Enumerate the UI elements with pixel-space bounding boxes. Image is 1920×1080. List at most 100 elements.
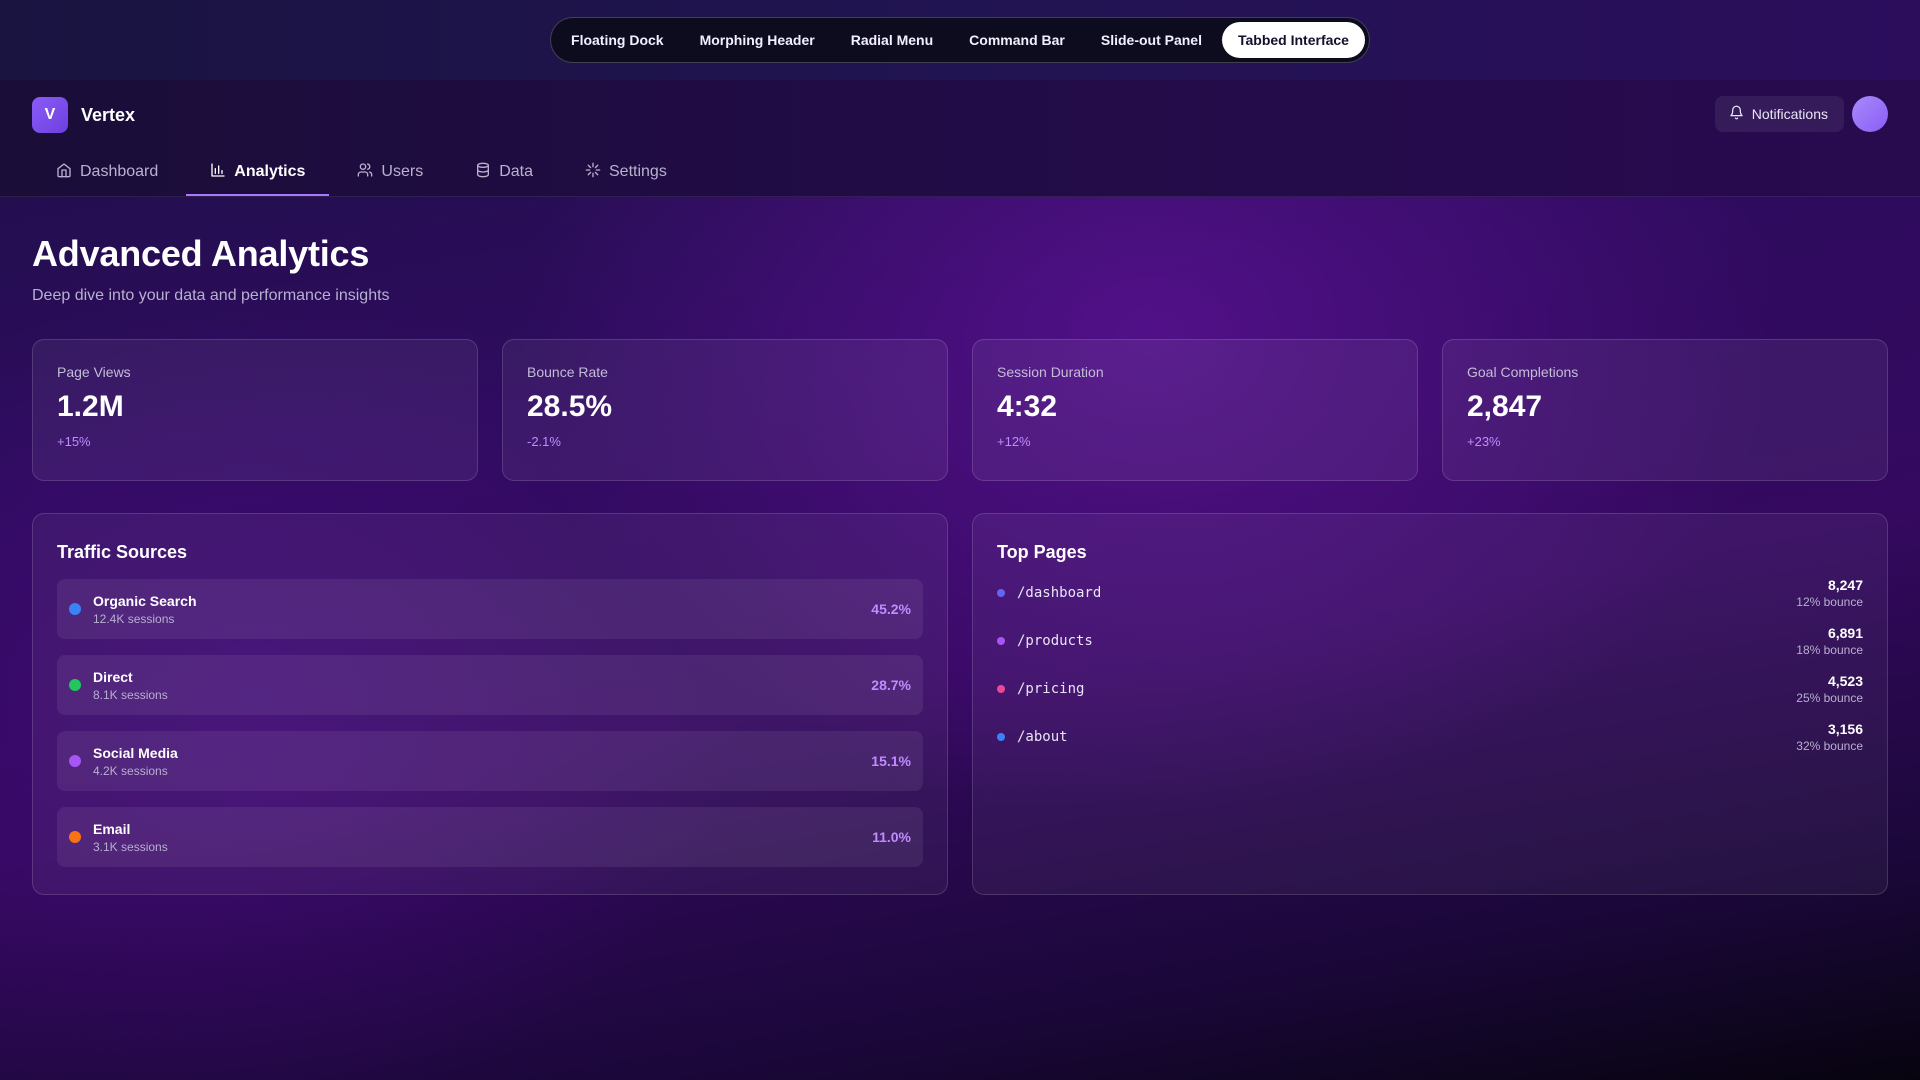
top-pages-panel: Top Pages /dashboard 8,247 12% bounce /p… — [972, 513, 1888, 895]
user-avatar[interactable] — [1852, 96, 1888, 132]
switcher-floating-dock[interactable]: Floating Dock — [555, 22, 680, 58]
page-views: 3,156 — [1827, 721, 1863, 737]
tab-label: Users — [381, 163, 424, 180]
color-dot — [997, 685, 1005, 693]
color-dot — [69, 755, 81, 767]
panel-title: Top Pages — [997, 542, 1087, 562]
traffic-source-item[interactable]: Organic Search 12.4K sessions 45.2% — [57, 579, 923, 639]
tab-label: Settings — [609, 163, 667, 180]
stat-card-goal-completions: Goal Completions 2,847 +23% — [1442, 339, 1888, 481]
color-dot — [997, 589, 1005, 597]
traffic-source-item[interactable]: Email 3.1K sessions 11.0% — [57, 807, 923, 867]
page-bounce: 25% bounce — [1796, 691, 1863, 705]
page-views: 4,523 — [1827, 673, 1863, 689]
page-views: 8,247 — [1827, 577, 1863, 593]
notifications-label: Notifications — [1751, 106, 1828, 122]
traffic-source-item[interactable]: Social Media 4.2K sessions 15.1% — [57, 731, 923, 791]
source-sessions: 3.1K sessions — [93, 839, 168, 854]
bar-chart-icon — [210, 162, 226, 183]
bell-icon — [1729, 105, 1744, 123]
page-path: /pricing — [1017, 681, 1085, 697]
home-icon — [56, 162, 72, 183]
color-dot — [997, 637, 1005, 645]
switcher-radial-menu[interactable]: Radial Menu — [835, 22, 949, 58]
stat-value: 2,847 — [1467, 390, 1543, 423]
database-icon — [475, 162, 491, 183]
brand-logo: V — [32, 97, 68, 133]
page-path: /about — [1017, 729, 1068, 745]
tab-data[interactable]: Data — [451, 150, 557, 196]
source-percent: 15.1% — [871, 753, 911, 769]
header-actions: Notifications — [1714, 96, 1888, 132]
color-dot — [69, 679, 81, 691]
main-content: Advanced Analytics Deep dive into your d… — [0, 233, 1920, 895]
stat-value: 1.2M — [57, 390, 124, 423]
page-path: /dashboard — [1017, 585, 1102, 601]
top-page-item[interactable]: /about 3,156 32% bounce — [997, 721, 1863, 753]
traffic-source-list: Organic Search 12.4K sessions 45.2% Dire… — [57, 579, 923, 867]
switcher-slide-out-panel[interactable]: Slide-out Panel — [1085, 22, 1218, 58]
app-header: V Vertex Notifications Dashboard Analyti… — [0, 80, 1920, 197]
stat-label: Goal Completions — [1467, 364, 1579, 380]
source-name: Social Media — [93, 744, 178, 761]
stat-card-session-duration: Session Duration 4:32 +12% — [972, 339, 1418, 481]
top-page-item[interactable]: /dashboard 8,247 12% bounce — [997, 577, 1863, 609]
main-tabs: Dashboard Analytics Users Data Settings — [32, 150, 691, 196]
panel-title: Traffic Sources — [57, 542, 188, 562]
layout-switcher-bar: Floating Dock Morphing Header Radial Men… — [0, 0, 1920, 80]
tab-label: Dashboard — [80, 163, 159, 180]
stat-value: 28.5% — [527, 390, 613, 423]
source-name: Email — [93, 820, 131, 837]
source-percent: 11.0% — [872, 829, 911, 845]
stat-change: +23% — [1467, 434, 1501, 449]
source-sessions: 12.4K sessions — [93, 611, 175, 626]
panels-row: Traffic Sources Organic Search 12.4K ses… — [32, 513, 1888, 895]
stat-card-page-views: Page Views 1.2M +15% — [32, 339, 478, 481]
tab-dashboard[interactable]: Dashboard — [32, 150, 182, 196]
source-sessions: 4.2K sessions — [93, 763, 168, 778]
traffic-source-item[interactable]: Direct 8.1K sessions 28.7% — [57, 655, 923, 715]
page-bounce: 32% bounce — [1796, 739, 1863, 753]
stat-change: +12% — [997, 434, 1031, 449]
stat-change: -2.1% — [527, 434, 561, 449]
page-views: 6,891 — [1827, 625, 1863, 641]
stat-label: Page Views — [57, 364, 131, 380]
page-subtitle: Deep dive into your data and performance… — [32, 287, 390, 304]
color-dot — [69, 603, 81, 615]
color-dot — [69, 831, 81, 843]
source-name: Organic Search — [93, 592, 197, 609]
stat-change: +15% — [57, 434, 91, 449]
brand[interactable]: V Vertex — [32, 97, 135, 133]
page-bounce: 18% bounce — [1796, 643, 1863, 657]
page-bounce: 12% bounce — [1796, 595, 1863, 609]
traffic-sources-panel: Traffic Sources Organic Search 12.4K ses… — [32, 513, 948, 895]
source-percent: 28.7% — [871, 677, 911, 693]
source-percent: 45.2% — [871, 601, 911, 617]
switcher-tabbed-interface[interactable]: Tabbed Interface — [1221, 22, 1365, 58]
source-name: Direct — [93, 668, 133, 685]
source-sessions: 8.1K sessions — [93, 687, 168, 702]
switcher-morphing-header[interactable]: Morphing Header — [684, 22, 831, 58]
users-icon — [357, 162, 373, 183]
stat-value: 4:32 — [997, 390, 1058, 423]
color-dot — [997, 733, 1005, 741]
notifications-button[interactable]: Notifications — [1714, 96, 1844, 132]
switcher-command-bar[interactable]: Command Bar — [953, 22, 1081, 58]
page-path: /products — [1017, 633, 1093, 649]
settings-icon — [585, 162, 601, 183]
stat-card-bounce-rate: Bounce Rate 28.5% -2.1% — [502, 339, 948, 481]
tab-settings[interactable]: Settings — [561, 150, 691, 196]
top-page-item[interactable]: /products 6,891 18% bounce — [997, 625, 1863, 657]
page-title: Advanced Analytics — [32, 233, 370, 274]
tab-analytics[interactable]: Analytics — [186, 150, 330, 196]
brand-name: Vertex — [81, 104, 136, 125]
tab-label: Analytics — [234, 163, 306, 180]
layout-switcher: Floating Dock Morphing Header Radial Men… — [550, 17, 1370, 63]
tab-users[interactable]: Users — [333, 150, 447, 196]
stat-label: Bounce Rate — [527, 364, 608, 380]
top-pages-list: /dashboard 8,247 12% bounce /products 6,… — [997, 577, 1863, 753]
stats-grid: Page Views 1.2M +15% Bounce Rate 28.5% -… — [32, 339, 1888, 481]
stat-label: Session Duration — [997, 364, 1104, 380]
tab-label: Data — [499, 163, 533, 180]
top-page-item[interactable]: /pricing 4,523 25% bounce — [997, 673, 1863, 705]
